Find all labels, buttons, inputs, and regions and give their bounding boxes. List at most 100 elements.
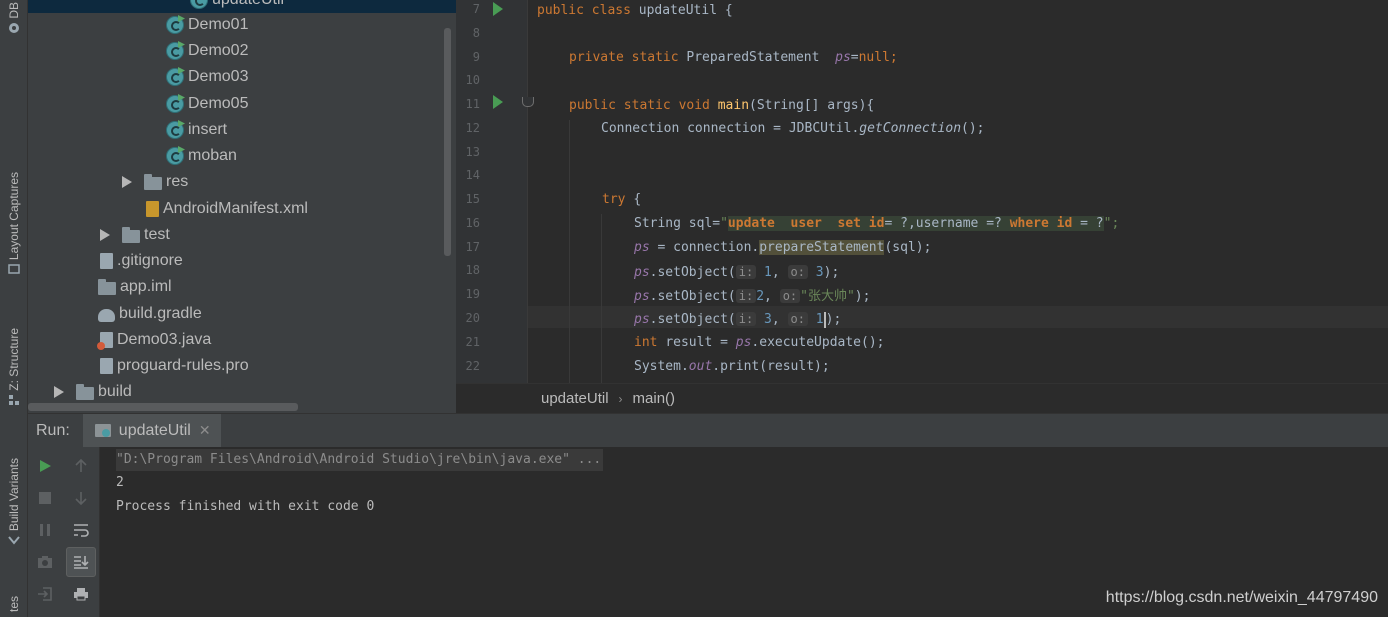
code-token: "张大帅" [800, 289, 855, 304]
code-line-7: public class updateUtil { [537, 0, 733, 22]
favorites-tab[interactable]: tes [3, 596, 25, 612]
code-line-18: ps.setObject(i: 1, o: 3); [634, 265, 840, 280]
close-icon[interactable]: ✕ [199, 422, 211, 439]
expand-arrow-icon[interactable] [100, 229, 110, 241]
tree-item-moban[interactable]: moban [166, 143, 237, 169]
tree-item-demo05[interactable]: Demo05 [166, 91, 248, 117]
code-token: 1 [764, 265, 772, 280]
code-token: ); [823, 265, 840, 280]
console-command-line: "D:\Program Files\Android\Android Studio… [116, 449, 604, 471]
tree-item-label: Demo03 [188, 68, 249, 85]
run-toolbar [28, 447, 100, 617]
tree-item-label: insert [188, 121, 228, 138]
line-number: 20 [465, 311, 480, 325]
code-token: { [633, 192, 642, 207]
tree-item-label: .gitignore [117, 252, 183, 269]
tree-item-label: Demo02 [188, 42, 249, 59]
module-file-icon [98, 279, 116, 295]
expand-arrow-icon[interactable] [54, 386, 64, 398]
tree-horizontal-scrollbar[interactable] [28, 403, 298, 411]
code-token: ); [854, 289, 871, 304]
code-token: 2 [756, 289, 765, 304]
structure-icon [9, 394, 19, 405]
tree-item-gitignore[interactable]: .gitignore [98, 248, 183, 274]
build-variants-icon [8, 536, 20, 545]
run-main-gutter-icon[interactable] [493, 95, 503, 109]
scroll-to-end-button[interactable] [66, 547, 96, 577]
line-number: 16 [465, 216, 480, 230]
next-occurrence-button[interactable] [66, 483, 96, 513]
gradle-icon [98, 309, 115, 322]
fold-method-icon[interactable] [522, 97, 534, 107]
build-variants-tab[interactable]: Build Variants [3, 458, 25, 549]
code-token: where id [1009, 216, 1073, 231]
indent-guide [601, 214, 602, 383]
tree-item-demo03[interactable]: Demo03 [166, 64, 248, 90]
tree-item-demo02[interactable]: Demo02 [166, 38, 248, 64]
line-number: 13 [465, 145, 480, 159]
tree-vertical-scrollbar[interactable] [444, 28, 451, 256]
db-browser-tab[interactable]: DB [3, 2, 25, 37]
layout-captures-tab[interactable]: Layout Captures [3, 172, 25, 278]
tree-item-proguard[interactable]: proguard-rules.pro [98, 353, 249, 379]
tree-item-label: build.gradle [119, 305, 202, 322]
text-file-icon [100, 358, 113, 374]
structure-tab[interactable]: Z: Structure [3, 328, 25, 409]
folder-icon [122, 227, 140, 243]
tree-item-test[interactable]: test [100, 222, 170, 248]
code-line-19: ps.setObject(i: 2, o: "张大帅"); [634, 289, 871, 304]
line-number: 15 [465, 192, 480, 206]
tree-item-insert[interactable]: insert [166, 117, 227, 143]
xml-file-icon [146, 201, 159, 217]
parameter-hint: i: [735, 289, 757, 303]
code-token: ); [825, 312, 842, 327]
line-number: 9 [472, 50, 480, 64]
expand-arrow-icon[interactable] [122, 176, 132, 188]
class-icon [166, 120, 185, 139]
folder-icon [144, 174, 162, 190]
rerun-button[interactable] [30, 451, 60, 481]
print-button[interactable] [66, 579, 96, 609]
dump-threads-button[interactable] [30, 547, 60, 577]
tree-item-app-iml[interactable]: app.iml [98, 274, 172, 300]
class-icon [190, 0, 208, 9]
breadcrumb-method[interactable]: main() [633, 390, 676, 407]
previous-occurrence-button[interactable] [66, 451, 96, 481]
code-token: .setObject( [649, 312, 736, 327]
play-icon [40, 460, 51, 472]
code-token: 1 [815, 312, 824, 327]
left-tool-strip: DB Layout Captures Z: Structure Build Va… [0, 0, 28, 617]
breadcrumb-class[interactable]: updateUtil [541, 390, 609, 407]
parameter-hint: i: [735, 312, 757, 326]
tree-item-build-gradle[interactable]: build.gradle [98, 301, 202, 327]
stop-button[interactable] [30, 483, 60, 513]
code-token: System. [634, 359, 689, 374]
code-token: update user set id [727, 216, 885, 231]
parameter-hint: o: [787, 312, 808, 326]
code-token: = ?,username =? [884, 216, 1010, 231]
code-token: = ? [1072, 216, 1104, 231]
code-editor[interactable]: 7 8 9 10 11 12 13 14 15 16 17 18 19 20 2… [456, 0, 1388, 383]
soft-wrap-button[interactable] [66, 515, 96, 545]
printer-icon [74, 588, 88, 601]
class-icon [166, 15, 185, 34]
run-class-gutter-icon[interactable] [493, 2, 503, 16]
code-token: ps [634, 312, 650, 327]
java-file-icon [97, 332, 113, 350]
tree-item-demo01[interactable]: Demo01 [166, 12, 248, 38]
class-icon [166, 41, 185, 60]
run-config-icon [94, 424, 111, 437]
restore-layout-button[interactable] [30, 579, 60, 609]
class-icon [166, 67, 185, 86]
run-tab-updateutil[interactable]: updateUtil ✕ [82, 413, 221, 448]
folder-icon [76, 384, 94, 400]
code-line-16: String sql="update user set id= ?,userna… [634, 213, 1119, 235]
tree-item-label: test [144, 226, 170, 243]
tree-item-androidmanifest[interactable]: AndroidManifest.xml [144, 196, 308, 222]
pause-button[interactable] [30, 515, 60, 545]
tree-item-res[interactable]: res [122, 169, 188, 195]
tree-item-demo03-java[interactable]: Demo03.java [97, 327, 211, 353]
code-line-11: public static void main(String[] args){ [569, 95, 874, 117]
code-token: public class [537, 3, 639, 18]
tree-item-build[interactable]: build [54, 379, 132, 405]
